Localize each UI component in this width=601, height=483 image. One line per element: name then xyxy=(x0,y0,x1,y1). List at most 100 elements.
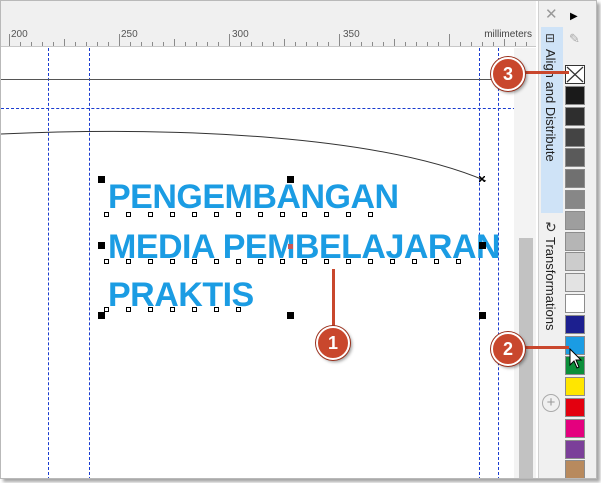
color-swatch[interactable] xyxy=(565,86,585,105)
character-node[interactable] xyxy=(170,259,175,264)
character-node[interactable] xyxy=(148,307,153,312)
ruler-tick xyxy=(251,42,252,46)
character-node[interactable] xyxy=(302,259,307,264)
character-node[interactable] xyxy=(170,212,175,217)
character-node[interactable] xyxy=(280,259,285,264)
character-node[interactable] xyxy=(412,259,417,264)
character-node[interactable] xyxy=(104,212,109,217)
tab-align-distribute-label[interactable]: Align and Distribute xyxy=(543,49,558,162)
object-center-marker xyxy=(288,244,293,249)
character-node[interactable] xyxy=(148,259,153,264)
character-node[interactable] xyxy=(214,212,219,217)
ruler-tick xyxy=(119,34,120,46)
ruler-tick xyxy=(361,42,362,46)
character-node[interactable] xyxy=(434,259,439,264)
selection-handle[interactable] xyxy=(479,242,486,249)
ruler-tick xyxy=(438,42,439,46)
add-icon[interactable]: + xyxy=(542,394,560,412)
color-swatch[interactable] xyxy=(565,231,585,251)
character-node[interactable] xyxy=(390,259,395,264)
selection-handle[interactable] xyxy=(287,176,294,183)
rotation-center-mark xyxy=(479,176,485,182)
ruler-tick xyxy=(405,42,406,46)
tab-transformations-label[interactable]: Transformations xyxy=(543,237,558,330)
character-node[interactable] xyxy=(456,259,461,264)
align-icon: ⊟ xyxy=(545,31,556,45)
character-node[interactable] xyxy=(324,259,329,264)
color-swatch[interactable] xyxy=(565,460,585,478)
ruler-tick xyxy=(9,34,10,46)
ruler-tick xyxy=(350,42,351,46)
callout-3: 3 xyxy=(491,57,525,91)
ruler-tick xyxy=(493,42,494,46)
selection-handle[interactable] xyxy=(479,312,486,319)
arrow-right-icon[interactable]: ▶ xyxy=(570,11,578,22)
color-swatch[interactable] xyxy=(565,210,585,230)
ruler-tick xyxy=(295,42,296,46)
character-node[interactable] xyxy=(236,259,241,264)
color-swatch[interactable] xyxy=(565,190,585,209)
character-node[interactable] xyxy=(346,259,351,264)
ruler-tick xyxy=(86,42,87,46)
color-swatch[interactable] xyxy=(565,314,585,334)
color-swatch[interactable] xyxy=(565,127,585,147)
color-swatch[interactable] xyxy=(565,252,585,272)
character-node[interactable] xyxy=(192,212,197,217)
callout-2: 2 xyxy=(491,332,525,366)
character-node[interactable] xyxy=(258,259,263,264)
character-node[interactable] xyxy=(214,307,219,312)
eyedropper-icon[interactable]: ✎ xyxy=(569,31,580,47)
ruler-label-350: 350 xyxy=(343,29,360,40)
character-node[interactable] xyxy=(192,259,197,264)
drawing-canvas[interactable]: PENGEMBANGAN MEDIA PEMBELAJARAN PRAKTIS xyxy=(1,48,536,478)
ruler-tick xyxy=(383,42,384,46)
character-node[interactable] xyxy=(126,212,131,217)
character-node[interactable] xyxy=(192,307,197,312)
selection-handle[interactable] xyxy=(287,312,294,319)
color-swatch[interactable] xyxy=(565,439,585,459)
selection-handle[interactable] xyxy=(98,242,105,249)
no-fill-icon[interactable] xyxy=(565,65,585,84)
ruler-tick xyxy=(339,34,340,46)
character-node[interactable] xyxy=(104,307,109,312)
color-swatch[interactable] xyxy=(565,106,585,126)
character-node[interactable] xyxy=(368,259,373,264)
color-swatch[interactable] xyxy=(565,294,585,313)
ruler-tick xyxy=(394,39,395,46)
ruler-tick xyxy=(460,42,461,46)
color-swatch[interactable] xyxy=(565,418,585,438)
color-swatch[interactable] xyxy=(565,398,585,417)
character-node[interactable] xyxy=(346,212,351,217)
ruler-tick xyxy=(240,42,241,46)
character-node[interactable] xyxy=(236,212,241,217)
transform-icon: ↻ xyxy=(545,219,557,235)
ruler-tick xyxy=(163,42,164,46)
character-node[interactable] xyxy=(302,212,307,217)
character-node[interactable] xyxy=(258,212,263,217)
color-swatch[interactable] xyxy=(565,273,585,293)
character-node[interactable] xyxy=(126,307,131,312)
selection-handle[interactable] xyxy=(98,176,105,183)
character-node[interactable] xyxy=(148,212,153,217)
color-swatch[interactable] xyxy=(565,377,585,397)
callout-2-line xyxy=(521,346,569,349)
character-node[interactable] xyxy=(280,212,285,217)
character-node[interactable] xyxy=(170,307,175,312)
vertical-scrollbar[interactable] xyxy=(514,48,536,478)
horizontal-ruler[interactable]: 200 250 300 350 millimeters xyxy=(1,1,536,47)
character-node[interactable] xyxy=(214,259,219,264)
character-node[interactable] xyxy=(104,259,109,264)
color-swatch[interactable] xyxy=(565,148,585,168)
ruler-unit-label: millimeters xyxy=(484,29,532,40)
character-node[interactable] xyxy=(236,307,241,312)
selection-handle[interactable] xyxy=(98,312,105,319)
ruler-tick xyxy=(284,39,285,46)
character-node[interactable] xyxy=(368,212,373,217)
color-swatch[interactable] xyxy=(565,169,585,189)
close-icon[interactable]: ✕ xyxy=(545,5,558,23)
ruler-tick xyxy=(471,42,472,46)
ruler-tick xyxy=(273,42,274,46)
character-node[interactable] xyxy=(126,259,131,264)
character-node[interactable] xyxy=(324,212,329,217)
ruler-tick xyxy=(108,42,109,46)
